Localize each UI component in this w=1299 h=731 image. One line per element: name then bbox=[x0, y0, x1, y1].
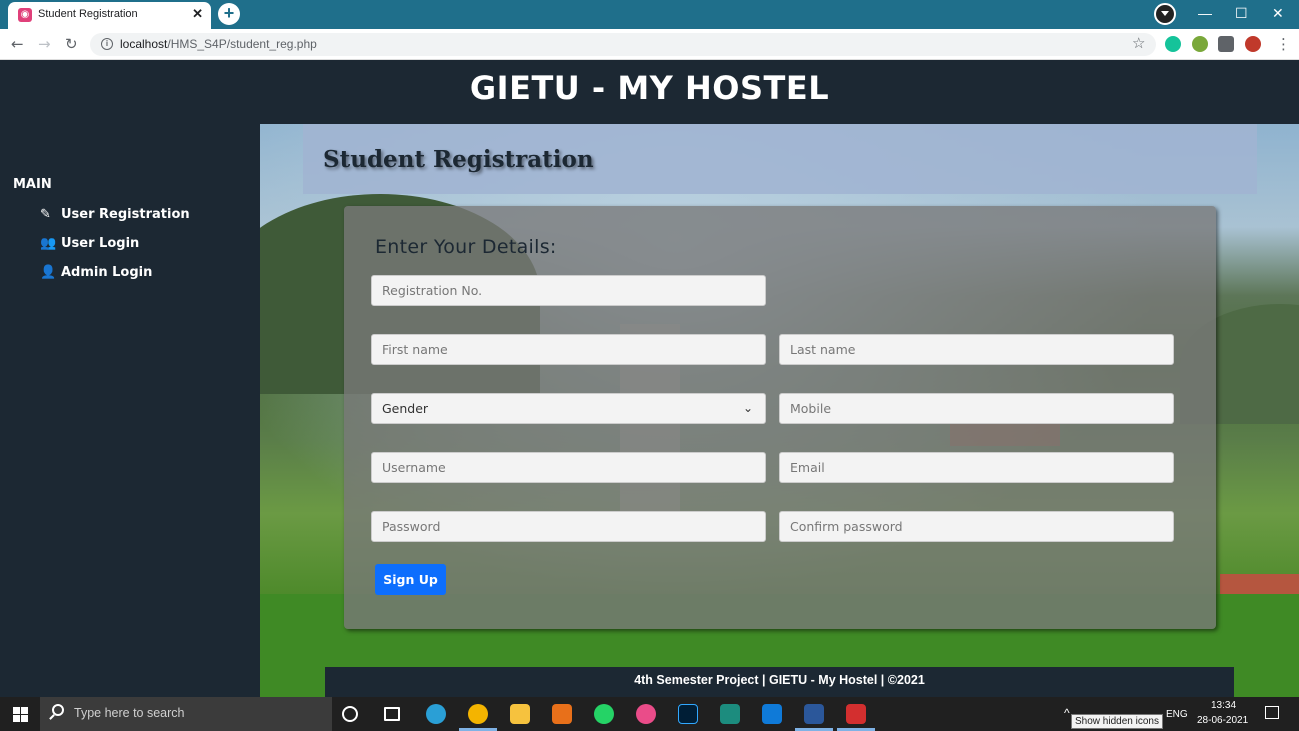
taskbar-search-placeholder: Type here to search bbox=[74, 706, 185, 720]
gender-select-value: Gender bbox=[382, 401, 429, 416]
close-window-icon[interactable]: ✕ bbox=[1272, 5, 1284, 22]
word-icon[interactable] bbox=[804, 704, 824, 724]
chrome-icon[interactable] bbox=[468, 704, 488, 724]
grammarly-extension-icon[interactable] bbox=[1165, 36, 1181, 52]
whatsapp-icon[interactable] bbox=[594, 704, 614, 724]
registration-number-input[interactable]: Registration No. bbox=[371, 275, 766, 306]
chevron-down-icon: ⌄ bbox=[742, 401, 753, 415]
photos-icon[interactable] bbox=[636, 704, 656, 724]
minimize-icon[interactable]: — bbox=[1198, 5, 1212, 21]
language-indicator[interactable]: ENG bbox=[1166, 709, 1188, 720]
tab-title: Student Registration bbox=[38, 8, 138, 20]
task-view-icon[interactable] bbox=[384, 707, 400, 721]
site-info-icon[interactable]: i bbox=[101, 38, 113, 50]
hidden-icons-tooltip: Show hidden icons bbox=[1071, 714, 1163, 729]
favicon-icon: ◉ bbox=[18, 8, 32, 22]
address-bar: ← → ↻ i localhost/HMS_S4P/student_reg.ph… bbox=[0, 29, 1299, 60]
puzzle-extensions-icon[interactable] bbox=[1218, 36, 1234, 52]
reload-icon[interactable]: ↻ bbox=[65, 35, 78, 53]
sidebar: MAIN ✎ User Registration 👥 User Login 👤 … bbox=[0, 124, 260, 697]
profile-avatar-icon[interactable] bbox=[1245, 36, 1261, 52]
photoshop-icon[interactable] bbox=[678, 704, 698, 724]
email-input[interactable]: Email bbox=[779, 452, 1174, 483]
gender-select[interactable]: Gender ⌄ bbox=[371, 393, 766, 424]
new-tab-button[interactable]: + bbox=[218, 3, 240, 25]
url-text: localhost/HMS_S4P/student_reg.php bbox=[120, 37, 317, 51]
back-arrow-icon[interactable]: ← bbox=[11, 35, 24, 53]
main-content: Student Registration Enter Your Details:… bbox=[260, 124, 1299, 697]
clock-date[interactable]: 28-06-2021 bbox=[1197, 715, 1248, 726]
sidebar-item-label: User Registration bbox=[61, 207, 190, 222]
browser-tab-strip: ◉ Student Registration ✕ + — ☐ ✕ bbox=[0, 0, 1299, 29]
page-title: Student Registration bbox=[323, 146, 594, 173]
user-cog-icon: 👤 bbox=[40, 265, 57, 280]
sidebar-item-label: User Login bbox=[61, 236, 140, 251]
site-title: GIETU - MY HOSTEL bbox=[469, 69, 830, 107]
sign-up-button[interactable]: Sign Up bbox=[375, 564, 446, 595]
sidebar-item-user-registration[interactable]: ✎ User Registration bbox=[40, 207, 190, 222]
password-input[interactable]: Password bbox=[371, 511, 766, 542]
windows-start-icon[interactable] bbox=[13, 707, 28, 722]
app-icon[interactable] bbox=[762, 704, 782, 724]
cortana-icon[interactable] bbox=[342, 706, 358, 722]
sublime-text-icon[interactable] bbox=[552, 704, 572, 724]
sidebar-item-user-login[interactable]: 👥 User Login bbox=[40, 236, 139, 251]
registration-form: Enter Your Details: Registration No. Fir… bbox=[344, 206, 1216, 629]
mobile-input[interactable]: Mobile bbox=[779, 393, 1174, 424]
bookmark-star-icon[interactable]: ☆ bbox=[1132, 34, 1145, 52]
chevron-up-icon[interactable]: ^ bbox=[1064, 706, 1070, 720]
file-explorer-icon[interactable] bbox=[510, 704, 530, 724]
sidebar-item-admin-login[interactable]: 👤 Admin Login bbox=[40, 265, 152, 280]
username-input[interactable]: Username bbox=[371, 452, 766, 483]
sidebar-item-label: Admin Login bbox=[61, 265, 153, 280]
form-heading: Enter Your Details: bbox=[375, 236, 557, 258]
sidebar-heading: MAIN bbox=[13, 177, 52, 192]
extension-icon[interactable] bbox=[1192, 36, 1208, 52]
taskbar-search-box[interactable]: Type here to search bbox=[40, 697, 332, 731]
notification-center-icon[interactable] bbox=[1265, 706, 1279, 719]
first-name-input[interactable]: First name bbox=[371, 334, 766, 365]
profile-menu-icon[interactable] bbox=[1154, 3, 1176, 25]
confirm-password-input[interactable]: Confirm password bbox=[779, 511, 1174, 542]
site-header: GIETU - MY HOSTEL bbox=[0, 60, 1299, 124]
page-title-banner: Student Registration bbox=[303, 124, 1257, 194]
close-tab-icon[interactable]: ✕ bbox=[192, 6, 203, 22]
edge-icon[interactable] bbox=[426, 704, 446, 724]
url-field[interactable]: i localhost/HMS_S4P/student_reg.php bbox=[90, 33, 1156, 56]
clock-time[interactable]: 13:34 bbox=[1211, 700, 1236, 711]
browser-tab[interactable]: ◉ Student Registration ✕ bbox=[8, 2, 211, 29]
forward-arrow-icon[interactable]: → bbox=[38, 35, 51, 53]
app-icon[interactable] bbox=[720, 704, 740, 724]
last-name-input[interactable]: Last name bbox=[779, 334, 1174, 365]
maximize-icon[interactable]: ☐ bbox=[1235, 5, 1248, 22]
acrobat-icon[interactable] bbox=[846, 704, 866, 724]
footer: 4th Semester Project | GIETU - My Hostel… bbox=[325, 667, 1234, 697]
search-icon bbox=[52, 704, 64, 716]
users-icon: 👥 bbox=[40, 236, 57, 251]
edit-icon: ✎ bbox=[40, 207, 51, 222]
chrome-menu-icon[interactable]: ⋮ bbox=[1276, 35, 1291, 53]
